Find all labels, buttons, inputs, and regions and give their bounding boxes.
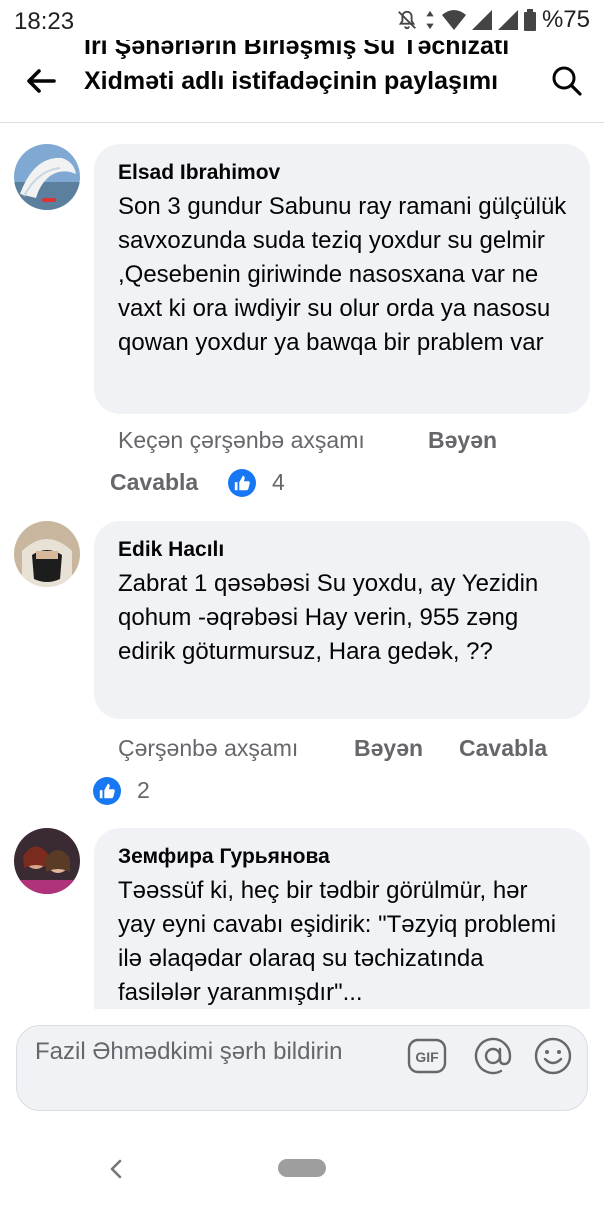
system-home-pill[interactable] [278,1159,326,1177]
comment-author[interactable]: Elsad Ibrahimov [118,158,568,188]
comment-author[interactable]: Edik Hacılı [118,535,568,565]
search-icon [552,66,582,96]
comment-time[interactable]: Çərşənbə axşamı [118,735,298,762]
avatar-elsad[interactable] [14,144,80,210]
battery-level: %75 [541,6,590,33]
thumbs-up-icon[interactable] [228,469,256,497]
data-arrows-icon [424,9,436,31]
comment-text: Son 3 gundur Sabunu ray ramani gülçülük … [118,193,567,356]
like-count[interactable]: 2 [137,777,150,804]
chevron-left-icon [110,1159,122,1179]
comment-input-placeholder[interactable]: Fazil Əhmədkimi şərh bildirin [35,1038,342,1066]
system-nav-bar [0,1130,604,1208]
search-button[interactable] [548,62,586,100]
battery-icon [523,9,536,31]
signal-icon-2 [497,10,518,30]
status-bar: 18:23 %75 [0,0,604,40]
avatar-zemfira[interactable] [14,828,80,894]
like-button[interactable]: Bəyən [428,427,497,454]
system-back-button[interactable] [104,1154,128,1184]
like-count[interactable]: 4 [272,469,285,496]
reply-button[interactable]: Cavabla [459,735,547,762]
smiley-icon[interactable] [533,1036,573,1076]
comment-composer: Fazil Əhmədkimi şərh bildirin GIF [0,1009,604,1129]
comment-bubble-1[interactable]: Elsad Ibrahimov Son 3 gundur Sabunu ray … [94,144,590,414]
page-title: Iri Şəhərlərin Birləşmiş Su Təchizatı Xi… [84,40,510,95]
comment-bubble-3[interactable]: Земфира Гурьянова Təəssüf ki, heç bir tə… [94,828,590,1009]
thumbs-up-icon[interactable] [93,777,121,805]
notifications-muted-icon [396,9,418,31]
wifi-icon [441,9,466,31]
at-sign-icon[interactable] [473,1036,513,1076]
signal-icon [471,10,492,30]
back-button[interactable] [22,62,60,100]
status-time: 18:23 [14,8,75,35]
comments-feed[interactable]: Elsad Ibrahimov Son 3 gundur Sabunu ray … [0,123,604,1009]
reply-button[interactable]: Cavabla [110,469,198,496]
gif-icon[interactable]: GIF [407,1036,447,1076]
comment-input[interactable]: Fazil Əhmədkimi şərh bildirin GIF [16,1025,588,1111]
comment-bubble-2[interactable]: Edik Hacılı Zabrat 1 qəsəbəsi Su yoxdu, … [94,521,590,719]
comment-author[interactable]: Земфира Гурьянова [118,842,568,872]
avatar-edik[interactable] [14,521,80,587]
like-button[interactable]: Bəyən [354,735,423,762]
svg-text:GIF: GIF [415,1049,439,1065]
comment-time[interactable]: Keçən çərşənbə axşamı [118,427,365,454]
status-icons: %75 [396,6,590,34]
comment-text: Təəssüf ki, heç bir tədbir görülmür, hər… [118,877,557,1006]
comment-text: Zabrat 1 qəsəbəsi Su yoxdu, ay Yezidin q… [118,570,539,665]
app-header: Iri Şəhərlərin Birləşmiş Su Təchizatı Xi… [0,40,604,122]
arrow-left-icon [27,69,56,93]
